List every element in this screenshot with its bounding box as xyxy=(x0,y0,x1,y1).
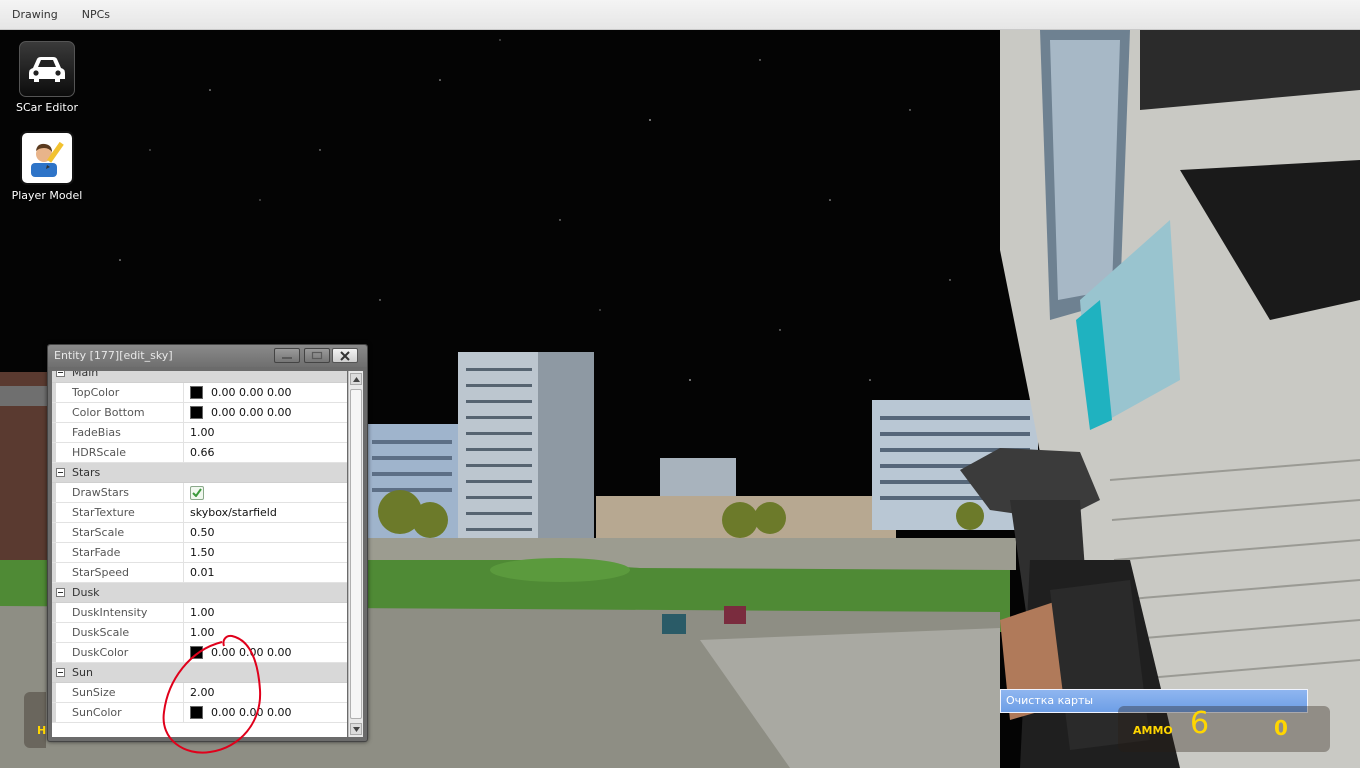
property-name: StarScale xyxy=(56,523,184,542)
property-row-starspeed: StarSpeed 0.01 xyxy=(52,563,347,583)
collapse-toggle-icon[interactable] xyxy=(56,668,65,677)
property-row-drawstars: DrawStars xyxy=(52,483,347,503)
property-row-color-bottom: Color Bottom 0.00 0.00 0.00 xyxy=(52,403,347,423)
property-value-color[interactable]: 0.00 0.00 0.00 xyxy=(184,403,347,422)
desktop-icon-label: SCar Editor xyxy=(16,101,78,114)
ammo-reserve-count: 0 xyxy=(1274,716,1288,740)
property-name: StarFade xyxy=(56,543,184,562)
desktop-icon-label: Player Model xyxy=(11,189,83,202)
maximize-icon xyxy=(311,351,323,360)
property-name: SunColor xyxy=(56,703,184,722)
section-stars[interactable]: Stars xyxy=(52,463,347,483)
property-row-duskintensity: DuskIntensity 1.00 xyxy=(52,603,347,623)
property-value-input[interactable]: 1.00 xyxy=(184,623,347,642)
property-name: DrawStars xyxy=(56,483,184,502)
window-titlebar[interactable]: Entity [177][edit_sky] xyxy=(48,345,367,367)
section-sun[interactable]: Sun xyxy=(52,663,347,683)
menu-item-npcs[interactable]: NPCs xyxy=(70,0,122,29)
scroll-up-button[interactable] xyxy=(350,373,362,385)
top-menu-bar: Drawing NPCs xyxy=(0,0,1360,30)
property-name: SunSize xyxy=(56,683,184,702)
ammo-clip-count: 6 xyxy=(1190,706,1210,741)
property-value-input[interactable]: 1.00 xyxy=(184,603,347,622)
collapse-toggle-icon[interactable] xyxy=(56,588,65,597)
property-row-fadebias: FadeBias 1.00 xyxy=(52,423,347,443)
property-row-starfade: StarFade 1.50 xyxy=(52,543,347,563)
properties-list: Main TopColor 0.00 0.00 0.00 Color Botto… xyxy=(52,371,347,737)
color-value: 0.00 0.00 0.00 xyxy=(211,646,292,659)
property-value-input[interactable]: 0.66 xyxy=(184,443,347,462)
property-value-color[interactable]: 0.00 0.00 0.00 xyxy=(184,703,347,722)
section-main[interactable]: Main xyxy=(52,371,347,383)
health-panel xyxy=(24,692,46,748)
minimize-icon xyxy=(282,356,292,359)
property-name: Color Bottom xyxy=(56,403,184,422)
color-swatch[interactable] xyxy=(190,706,203,719)
section-label: Dusk xyxy=(72,586,100,599)
property-name: HDRScale xyxy=(56,443,184,462)
maximize-button[interactable] xyxy=(304,348,330,363)
property-row-hdrscale: HDRScale 0.66 xyxy=(52,443,347,463)
color-swatch[interactable] xyxy=(190,406,203,419)
property-name: StarSpeed xyxy=(56,563,184,582)
property-row-sunsize: SunSize 2.00 xyxy=(52,683,347,703)
property-name: DuskColor xyxy=(56,643,184,662)
prop-box-red xyxy=(724,606,746,624)
arrow-down-icon xyxy=(352,726,360,732)
property-row-duskscale: DuskScale 1.00 xyxy=(52,623,347,643)
window-title: Entity [177][edit_sky] xyxy=(54,349,173,362)
player-model-icon xyxy=(20,131,74,185)
menu-item-drawing[interactable]: Drawing xyxy=(0,0,70,29)
section-label: Main xyxy=(72,371,99,379)
property-value-input[interactable]: 1.50 xyxy=(184,543,347,562)
desktop-icon-player-model[interactable]: Player Model xyxy=(2,131,92,202)
property-name: FadeBias xyxy=(56,423,184,442)
desktop-icon-scar-editor[interactable]: SCar Editor xyxy=(2,41,92,114)
minimize-button[interactable] xyxy=(274,348,300,363)
section-label: Stars xyxy=(72,466,101,479)
health-label: H xyxy=(37,724,47,737)
property-row-duskcolor: DuskColor 0.00 0.00 0.00 xyxy=(52,643,347,663)
checkmark-icon xyxy=(192,488,202,497)
section-label: Sun xyxy=(72,666,93,679)
prop-box-blue xyxy=(662,614,686,634)
color-swatch[interactable] xyxy=(190,386,203,399)
scroll-down-button[interactable] xyxy=(350,723,362,735)
property-row-startexture: StarTexture skybox/starfield xyxy=(52,503,347,523)
color-swatch[interactable] xyxy=(190,646,203,659)
property-name: TopColor xyxy=(56,383,184,402)
section-dusk[interactable]: Dusk xyxy=(52,583,347,603)
close-button[interactable] xyxy=(332,348,358,363)
color-value: 0.00 0.00 0.00 xyxy=(211,706,292,719)
property-name: DuskIntensity xyxy=(56,603,184,622)
property-value-input[interactable]: 0.50 xyxy=(184,523,347,542)
property-value-input[interactable]: 1.00 xyxy=(184,423,347,442)
collapse-toggle-icon[interactable] xyxy=(56,371,65,377)
close-icon xyxy=(340,350,350,361)
arrow-up-icon xyxy=(352,376,360,382)
property-row-starscale: StarScale 0.50 xyxy=(52,523,347,543)
property-value-color[interactable]: 0.00 0.00 0.00 xyxy=(184,383,347,402)
property-value-input[interactable]: skybox/starfield xyxy=(184,503,347,522)
property-name: DuskScale xyxy=(56,623,184,642)
color-value: 0.00 0.00 0.00 xyxy=(211,386,292,399)
property-value-input[interactable]: 2.00 xyxy=(184,683,347,702)
collapse-toggle-icon[interactable] xyxy=(56,468,65,477)
property-value-input[interactable]: 0.01 xyxy=(184,563,347,582)
property-row-suncolor: SunColor 0.00 0.00 0.00 xyxy=(52,703,347,723)
color-value: 0.00 0.00 0.00 xyxy=(211,406,292,419)
property-row-topcolor: TopColor 0.00 0.00 0.00 xyxy=(52,383,347,403)
car-icon xyxy=(19,41,75,97)
drawstars-checkbox[interactable] xyxy=(190,485,204,500)
property-value-color[interactable]: 0.00 0.00 0.00 xyxy=(184,643,347,662)
property-name: StarTexture xyxy=(56,503,184,522)
scrollbar-thumb[interactable] xyxy=(350,389,362,719)
entity-edit-window: Entity [177][edit_sky] Main TopColor 0.0… xyxy=(47,344,368,742)
properties-scrollbar[interactable] xyxy=(348,371,363,737)
ammo-label: AMMO xyxy=(1133,724,1173,737)
